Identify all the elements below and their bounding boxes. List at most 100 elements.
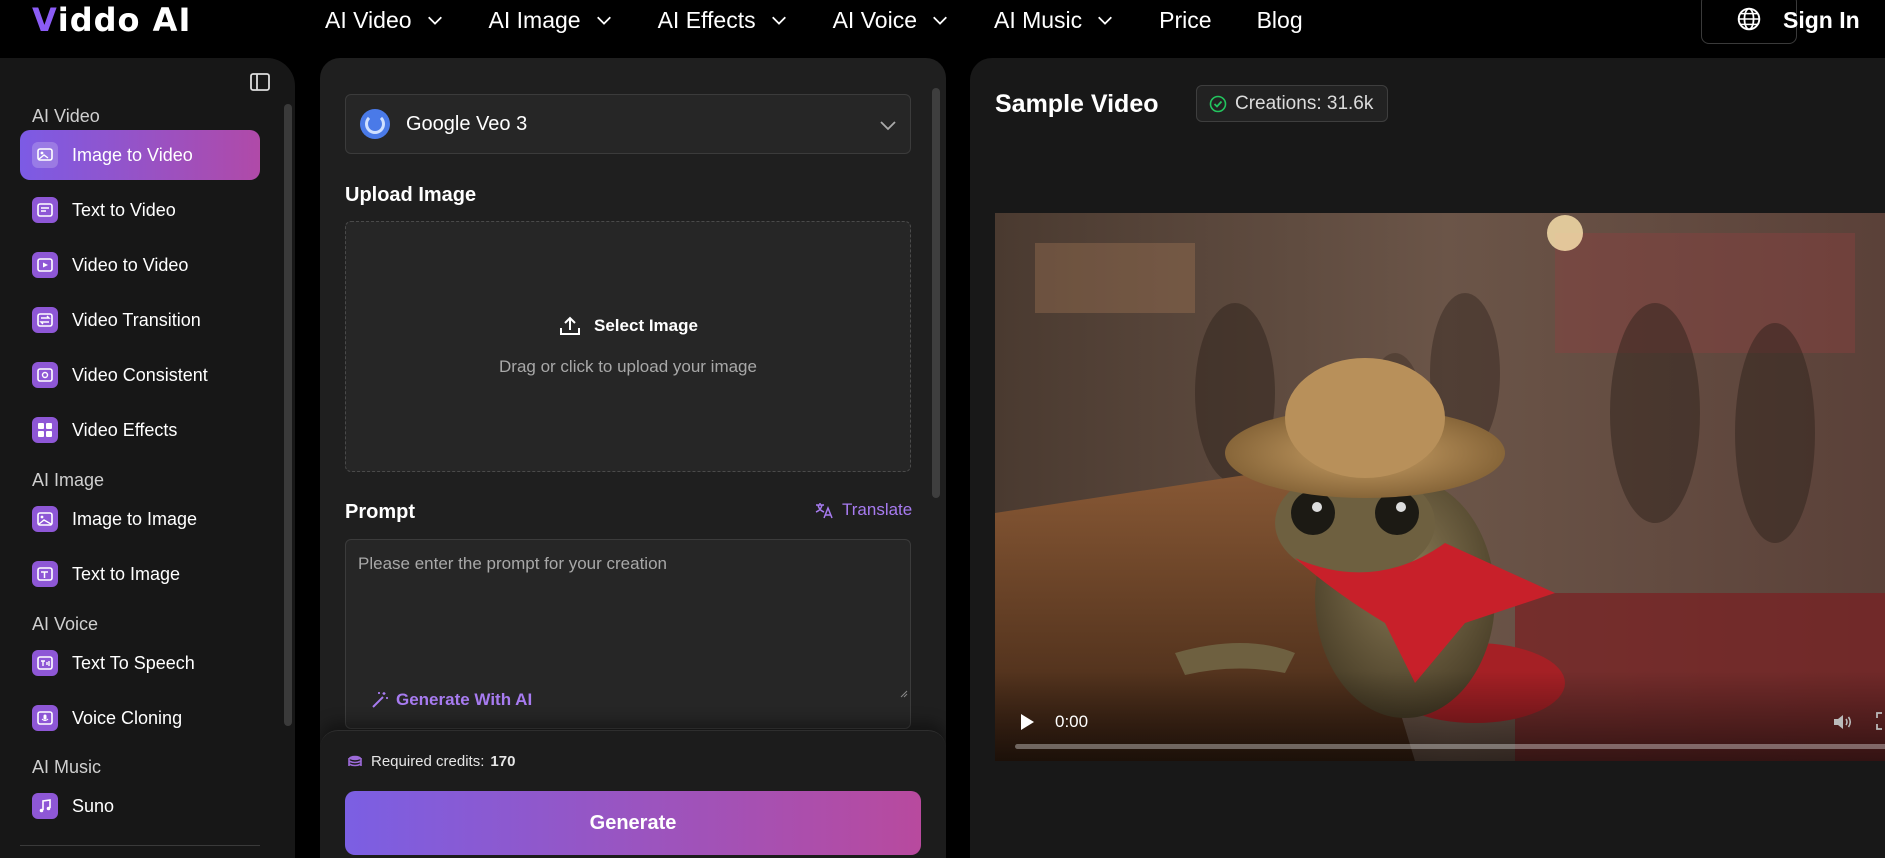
text-to-image-icon [32, 561, 58, 587]
sidebar-group-ai-image: AI Image [32, 470, 105, 490]
sidebar-item-label: Voice Cloning [72, 707, 183, 728]
text-to-video-icon [32, 197, 58, 223]
nav-blog[interactable]: Blog [1257, 7, 1303, 34]
upload-icon [560, 316, 581, 335]
sidebar-item-video-to-video[interactable]: Video to Video [20, 240, 260, 290]
volume-icon[interactable] [1831, 710, 1855, 734]
sidebar-item-image-to-video[interactable]: Image to Video [20, 130, 260, 180]
translate-icon [815, 503, 833, 519]
google-veo-logo [360, 109, 390, 139]
credits-label: Required credits: [371, 753, 485, 770]
nav-ai-music[interactable]: AI Music [994, 7, 1114, 34]
translate-button[interactable]: Translate [814, 500, 912, 520]
video-time: 0:00 [1055, 712, 1089, 731]
sidebar-item-label: Video to Video [72, 254, 189, 275]
chevron-down-icon [880, 121, 896, 131]
sidebar-item-label: Image to Image [72, 508, 198, 529]
generate-with-ai-label: Generate With AI [396, 690, 533, 709]
select-image-button[interactable]: Select Image [346, 314, 910, 338]
nav-ai-voice[interactable]: AI Voice [833, 7, 949, 34]
chevron-down-icon [1098, 16, 1113, 25]
sidebar-item-label: Image to Video [72, 144, 193, 165]
play-icon[interactable] [1019, 713, 1035, 731]
viddo-ai-logo[interactable]: Viddo AI [32, 0, 191, 40]
sample-panel: Sample Video Creations: 31.6k 0:00 [970, 58, 1885, 858]
sidebar-item-voice-cloning[interactable]: Voice Cloning [20, 693, 260, 743]
nav-ai-image[interactable]: AI Image [489, 7, 613, 34]
credits-value: 170 [490, 753, 516, 770]
logo-text: iddo AI [57, 1, 192, 39]
voice-cloning-icon [32, 705, 58, 731]
sample-video-title: Sample Video [995, 90, 1159, 118]
prompt-input[interactable] [346, 540, 910, 693]
nav-price[interactable]: Price [1159, 7, 1211, 34]
sidebar-item-label: Suno [72, 795, 115, 816]
sidebar-item-suno[interactable]: Suno [20, 781, 260, 831]
image-upload-dropzone[interactable]: Select Image Drag or click to upload you… [345, 221, 911, 472]
sidebar-item-image-to-image[interactable]: Image to Image [20, 494, 260, 544]
generate-button[interactable]: Generate [345, 791, 921, 855]
music-note-icon [32, 793, 58, 819]
creations-badge: Creations: 31.6k [1196, 85, 1389, 122]
chevron-down-icon [933, 16, 947, 25]
sidebar-item-text-to-image[interactable]: Text to Image [20, 549, 260, 599]
sidebar-divider [20, 845, 260, 846]
check-circle-icon [1209, 95, 1227, 112]
prompt-box: Generate With AI [345, 539, 911, 729]
sample-video-player[interactable]: 0:00 [995, 213, 1885, 761]
form-scrollbar[interactable] [932, 88, 940, 498]
sidebar-item-label: Text to Image [72, 563, 181, 584]
sidebar-group-ai-music: AI Music [32, 757, 102, 777]
chevron-down-icon [427, 16, 442, 25]
sidebar-item-text-to-video[interactable]: Text to Video [20, 185, 260, 235]
nav-label: AI Image [488, 6, 581, 33]
model-select[interactable]: Google Veo 3 [345, 94, 911, 154]
sidebar-item-label: Text to Video [72, 199, 176, 220]
sidebar-toggle-icon[interactable] [248, 70, 272, 94]
model-name: Google Veo 3 [406, 112, 528, 135]
image-to-image-icon [32, 506, 58, 532]
nav-label: Price [1159, 6, 1212, 33]
video-to-video-icon [32, 252, 58, 278]
nav-label: AI Video [325, 6, 412, 33]
nav-label: Blog [1256, 6, 1303, 33]
creations-count: Creations: 31.6k [1235, 92, 1374, 114]
sidebar-item-label: Video Transition [72, 309, 201, 330]
sidebar-item-video-consistent[interactable]: Video Consistent [20, 350, 260, 400]
top-navigation-bar: Viddo AI AI Video AI Image AI Effects AI… [0, 0, 1885, 58]
video-transition-icon [32, 307, 58, 333]
coins-icon [348, 755, 362, 766]
required-credits: Required credits: 170 [347, 753, 515, 770]
video-progress-bar[interactable] [1015, 744, 1885, 749]
image-to-video-icon [32, 142, 58, 168]
generation-form: Google Veo 3 Upload Image Select Image D… [320, 58, 946, 858]
nav-ai-effects[interactable]: AI Effects [658, 7, 788, 34]
sidebar-scrollbar[interactable] [284, 104, 292, 726]
sidebar-item-video-transition[interactable]: Video Transition [20, 295, 260, 345]
sidebar-group-ai-voice: AI Voice [32, 614, 99, 634]
sidebar-item-label: Text To Speech [72, 652, 195, 673]
chevron-down-icon [596, 16, 611, 25]
sidebar-item-label: Video Consistent [72, 364, 208, 385]
resize-grip-icon[interactable] [898, 688, 908, 698]
magic-wand-icon [372, 692, 388, 708]
sidebar-item-video-effects[interactable]: Video Effects [20, 405, 260, 455]
prompt-label: Prompt [345, 501, 415, 523]
sidebar: AI Video Image to Video Text to Video Vi… [0, 58, 295, 858]
sidebar-item-text-to-speech[interactable]: Text To Speech [20, 638, 260, 688]
select-image-label: Select Image [594, 316, 698, 335]
chevron-down-icon [771, 16, 786, 25]
text-to-speech-icon [32, 650, 58, 676]
translate-label: Translate [842, 500, 913, 519]
generate-with-ai-button[interactable]: Generate With AI [370, 690, 532, 710]
nav-label: AI Voice [832, 6, 917, 33]
nav-ai-video[interactable]: AI Video [325, 7, 444, 34]
fullscreen-icon[interactable] [1875, 711, 1885, 731]
sign-in-link[interactable]: Sign In [1783, 0, 1860, 40]
video-controls: 0:00 [995, 671, 1885, 761]
upload-image-label: Upload Image [345, 184, 477, 206]
sidebar-group-ai-video: AI Video [32, 106, 100, 126]
nav-label: AI Effects [657, 6, 756, 33]
main-nav: AI Video AI Image AI Effects AI Voice AI… [325, 0, 1348, 40]
nav-label: AI Music [993, 6, 1083, 33]
